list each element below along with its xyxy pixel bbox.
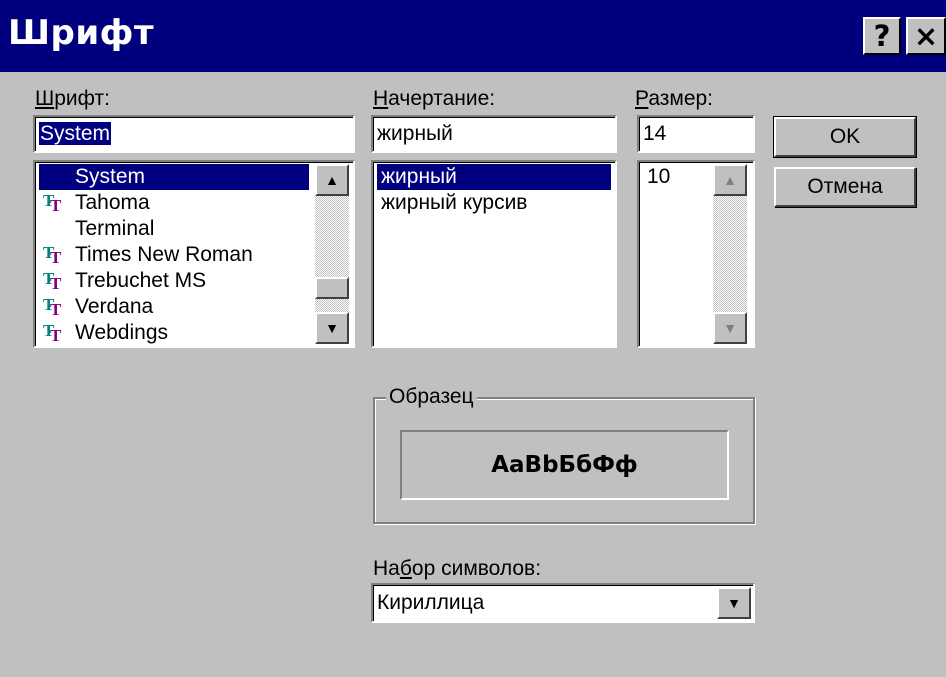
font-list-item-label: Terminal bbox=[75, 217, 155, 240]
style-value: жирный bbox=[377, 122, 453, 145]
size-input[interactable]: 14 bbox=[637, 115, 755, 153]
style-list-item-label: жирный bbox=[381, 165, 457, 188]
scroll-up-button[interactable]: ▲ bbox=[315, 164, 349, 196]
arrow-down-icon: ▼ bbox=[325, 320, 339, 336]
size-list-item-label: 10 bbox=[647, 165, 671, 188]
font-list-item[interactable]: T T Tahoma bbox=[39, 190, 309, 216]
scroll-down-button[interactable]: ▼ bbox=[315, 312, 349, 344]
size-list-item[interactable]: 10 bbox=[643, 164, 707, 190]
size-value: 14 bbox=[643, 122, 667, 145]
font-name-value: System bbox=[39, 122, 112, 145]
sample-label: Образец bbox=[386, 384, 477, 410]
size-label: Размер: bbox=[635, 87, 714, 110]
window-title: Шрифт bbox=[8, 13, 155, 53]
font-list-item-label: Times New Roman bbox=[75, 243, 253, 266]
style-list-item[interactable]: жирный курсив bbox=[377, 190, 611, 216]
font-list-item-label: Trebuchet MS bbox=[75, 269, 207, 292]
font-list-item-label: Tahoma bbox=[75, 191, 150, 214]
ok-button[interactable]: OK bbox=[773, 116, 917, 158]
truetype-font-icon: TT bbox=[43, 321, 62, 345]
truetype-font-icon: TT bbox=[43, 295, 62, 319]
cancel-button[interactable]: Отмена bbox=[774, 167, 916, 207]
style-list-item[interactable]: жирный bbox=[377, 164, 611, 190]
font-label: Шрифт: bbox=[35, 87, 110, 110]
sample-preview: AaBbБбФф bbox=[400, 430, 729, 500]
arrow-up-icon: ▲ bbox=[325, 172, 339, 188]
size-list[interactable]: 10 ▲ ▼ bbox=[637, 160, 755, 348]
font-list-item-label: Webdings bbox=[75, 321, 169, 344]
chevron-down-icon: ▼ bbox=[727, 595, 741, 611]
scroll-thumb[interactable] bbox=[315, 277, 349, 299]
font-list-item[interactable]: T T Times New Roman bbox=[39, 242, 309, 268]
close-button[interactable]: × bbox=[906, 17, 946, 55]
charset-label: Набор символов: bbox=[373, 557, 542, 580]
charset-value: Кириллица bbox=[377, 591, 485, 614]
truetype-font-icon: TT bbox=[43, 269, 62, 293]
arrow-down-icon: ▼ bbox=[723, 320, 737, 336]
charset-select[interactable]: Кириллица ▼ bbox=[371, 583, 755, 623]
font-list-item[interactable]: T T Verdana bbox=[39, 294, 309, 320]
style-list-item-label: жирный курсив bbox=[381, 191, 528, 214]
size-scroll-up-button[interactable]: ▲ bbox=[713, 164, 747, 196]
font-list-item[interactable]: T T Webdings bbox=[39, 320, 309, 346]
font-list-item[interactable]: Terminal bbox=[39, 216, 309, 242]
size-scroll-down-button[interactable]: ▼ bbox=[713, 312, 747, 344]
style-label: Начертание: bbox=[373, 87, 496, 110]
arrow-up-icon: ▲ bbox=[723, 172, 737, 188]
font-list[interactable]: System T T Tahoma Terminal T T Times New Roman T… bbox=[33, 160, 355, 348]
font-list-item[interactable]: System bbox=[39, 164, 309, 190]
style-list[interactable]: жирный жирный курсив bbox=[371, 160, 617, 348]
help-button[interactable]: ? bbox=[863, 17, 901, 55]
truetype-font-icon: TT bbox=[43, 191, 62, 215]
charset-dropdown-button[interactable]: ▼ bbox=[717, 587, 751, 619]
font-list-item-label: System bbox=[75, 165, 146, 188]
font-list-item-label: Verdana bbox=[75, 295, 154, 318]
style-input[interactable]: жирный bbox=[371, 115, 617, 153]
font-list-item[interactable]: T T Trebuchet MS bbox=[39, 268, 309, 294]
font-name-input[interactable]: System bbox=[33, 115, 355, 153]
truetype-font-icon: TT bbox=[43, 243, 62, 267]
